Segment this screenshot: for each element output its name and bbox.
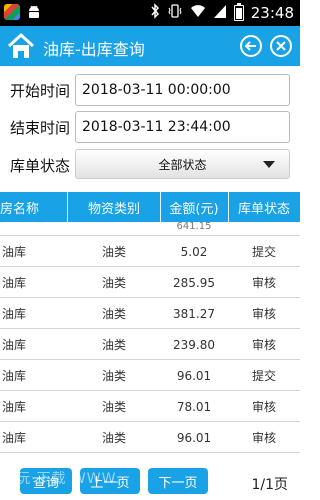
android-icon <box>26 4 42 20</box>
cell-amount: 96.01 <box>176 430 212 445</box>
system-icons: 23:48 <box>150 3 294 23</box>
back-arrow-icon <box>244 41 256 51</box>
bluetooth-icon <box>150 3 160 23</box>
status-label: 库单状态 <box>10 157 71 175</box>
cell-amount: 66.01 <box>160 453 228 463</box>
pagination-bar: 查询 上一页 下一页 1/1页 <box>0 462 300 500</box>
table-row[interactable]: 油库 油类 5.02 提交 <box>0 236 300 267</box>
gallery-icon <box>4 4 20 20</box>
start-time-label: 开始时间 <box>10 82 71 100</box>
cell-amount: 239.80 <box>173 337 215 352</box>
close-button[interactable] <box>270 35 292 57</box>
cell-category: 油类 <box>68 453 160 462</box>
next-page-button[interactable]: 下一页 <box>148 468 208 494</box>
cell-amount: 381.27 <box>173 306 215 321</box>
signal-icon <box>213 3 227 23</box>
page-indicator: 1/1页 <box>251 477 288 493</box>
table-row[interactable]: 油库 油类 78.01 审核 <box>0 391 300 422</box>
cell-status: 审核 <box>251 338 276 352</box>
cell-warehouse: 油库 <box>0 453 68 462</box>
clock: 23:48 <box>250 4 294 22</box>
home-icon[interactable] <box>6 31 36 61</box>
column-header-status[interactable]: 库单状态 <box>228 192 300 222</box>
cell-category: 油类 <box>101 400 126 414</box>
cell-category: 油类 <box>101 338 126 352</box>
cell-status: 审核 <box>251 431 276 445</box>
cell-amount: 5.02 <box>180 244 208 259</box>
column-header-warehouse[interactable]: 房名称 <box>0 192 68 222</box>
cell-category: 油类 <box>101 307 126 321</box>
cell-warehouse <box>0 222 68 232</box>
cell-warehouse: 油库 <box>2 338 27 352</box>
cell-category: 油类 <box>101 431 126 445</box>
cell-status <box>228 222 300 232</box>
start-time-input[interactable]: 2018-03-11 00:00:00 <box>75 74 290 106</box>
cell-amount: 285.95 <box>173 275 215 290</box>
cell-warehouse: 油库 <box>2 369 27 383</box>
end-time-input[interactable]: 2018-03-11 23:44:00 <box>75 111 290 143</box>
cell-warehouse: 油库 <box>2 276 27 290</box>
table-row[interactable]: 油库 油类 66.01 审核 <box>0 453 300 463</box>
cell-amount: 78.01 <box>176 399 212 414</box>
table-row[interactable]: 油库 油类 96.01 提交 <box>0 360 300 391</box>
cell-warehouse: 油库 <box>2 431 27 445</box>
cell-category <box>68 222 160 232</box>
back-button[interactable] <box>240 35 262 57</box>
cell-status: 审核 <box>251 400 276 414</box>
cell-category: 油类 <box>101 369 126 383</box>
battery-icon <box>233 3 244 21</box>
cell-amount: 641.15 <box>176 222 212 232</box>
status-bar: 23:48 <box>0 0 300 26</box>
table-header: 房名称 物资类别 金额(元) 库单状态 <box>0 192 300 222</box>
end-time-label: 结束时间 <box>10 119 71 137</box>
cell-status: 审核 <box>228 453 300 462</box>
title-bar: 油库-出库查询 <box>0 26 300 66</box>
status-select-value: 全部状态 <box>158 157 207 172</box>
table-row[interactable]: 油库 油类 381.27 审核 <box>0 298 300 329</box>
prev-page-button[interactable]: 上一页 <box>80 468 140 494</box>
status-row: 库单状态 全部状态 <box>0 149 300 181</box>
dropdown-arrow-icon <box>263 161 275 168</box>
cell-amount: 96.01 <box>176 368 212 383</box>
cell-status: 提交 <box>251 369 276 383</box>
start-time-row: 开始时间 2018-03-11 00:00:00 <box>0 74 300 106</box>
table-body[interactable]: 641.15 油库 油类 5.02 提交 油库 油类 285.95 审核 油库 … <box>0 222 300 462</box>
table-row[interactable]: 油库 油类 285.95 审核 <box>0 267 300 298</box>
table-row-partial[interactable]: 641.15 <box>0 222 300 236</box>
cell-warehouse: 油库 <box>2 400 27 414</box>
status-select[interactable]: 全部状态 <box>75 149 290 179</box>
notification-icons <box>4 4 42 20</box>
column-header-category[interactable]: 物资类别 <box>68 192 160 222</box>
query-button[interactable]: 查询 <box>20 468 72 494</box>
page-title: 油库-出库查询 <box>43 40 145 59</box>
table-row[interactable]: 油库 油类 96.01 审核 <box>0 422 300 453</box>
cell-status: 提交 <box>251 245 276 259</box>
cell-category: 油类 <box>101 245 126 259</box>
cell-status: 审核 <box>251 307 276 321</box>
end-time-row: 结束时间 2018-03-11 23:44:00 <box>0 111 300 143</box>
cell-warehouse: 油库 <box>2 307 27 321</box>
column-header-amount[interactable]: 金额(元) <box>160 192 228 222</box>
table-row[interactable]: 油库 油类 239.80 审核 <box>0 329 300 360</box>
cell-warehouse: 油库 <box>2 245 27 259</box>
cell-category: 油类 <box>101 276 126 290</box>
close-icon <box>276 41 286 51</box>
wifi-icon <box>190 3 206 23</box>
vibrate-icon <box>167 3 183 23</box>
cell-status: 审核 <box>251 276 276 290</box>
